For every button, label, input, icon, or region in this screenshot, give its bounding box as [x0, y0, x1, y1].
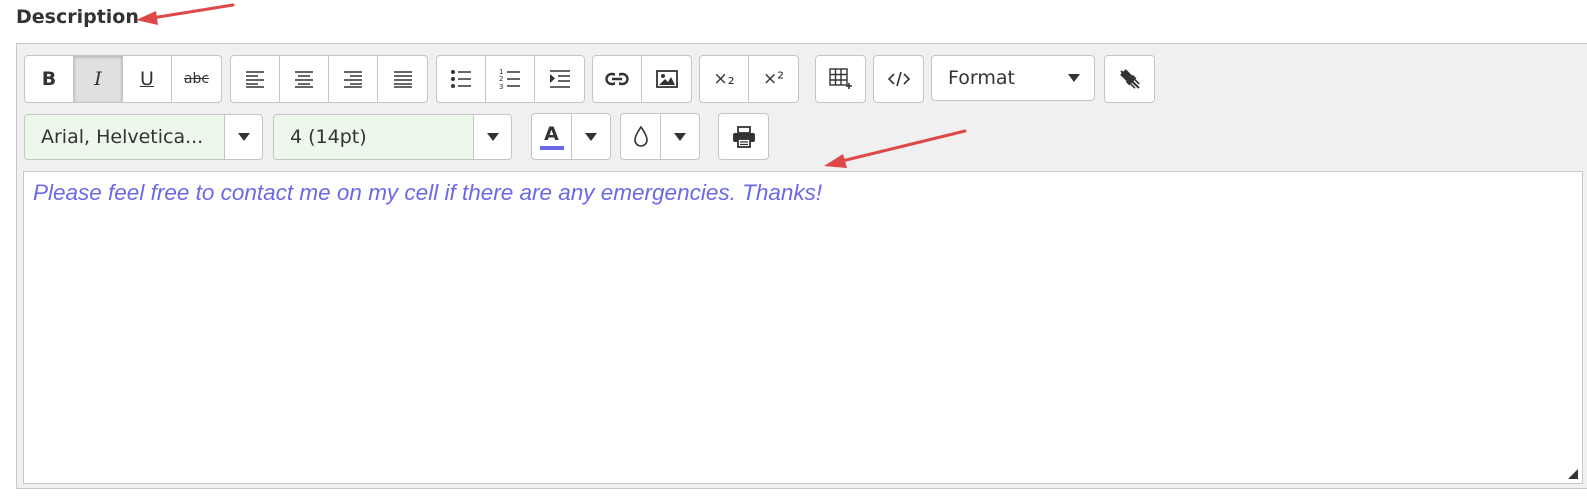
- annotation-arrow-label: [136, 3, 235, 25]
- source-code-button[interactable]: [874, 56, 923, 102]
- insert-group: [592, 55, 692, 103]
- chevron-down-icon: [237, 133, 250, 141]
- underline-label: U: [140, 68, 154, 90]
- font-size-value: 4 (14pt): [274, 115, 473, 159]
- chevron-down-icon: [674, 132, 686, 141]
- link-icon: [605, 72, 629, 86]
- align-right-button[interactable]: [329, 56, 378, 102]
- background-color-group: [620, 113, 700, 160]
- table-group: [815, 55, 866, 103]
- align-left-icon: [246, 71, 264, 88]
- table-icon: [828, 68, 852, 89]
- format-label: Format: [948, 67, 1015, 89]
- align-right-icon: [344, 71, 362, 88]
- font-family-value: Arial, Helvetica...: [25, 115, 224, 159]
- subscript-label: ×₂: [713, 69, 735, 89]
- code-icon: [887, 71, 910, 87]
- align-justify-button[interactable]: [378, 56, 427, 102]
- italic-label: I: [94, 68, 102, 90]
- resize-handle-icon[interactable]: [1568, 469, 1578, 479]
- strikethrough-label: abc: [183, 71, 210, 87]
- chevron-down-icon: [585, 132, 597, 141]
- indent-button[interactable]: [535, 56, 584, 102]
- font-color-label: A: [544, 122, 559, 145]
- font-color-button[interactable]: A: [532, 114, 572, 159]
- font-color-dropdown-button[interactable]: [572, 114, 610, 159]
- superscript-label: ×²: [762, 69, 785, 89]
- align-center-button[interactable]: [280, 56, 329, 102]
- code-group: [873, 55, 924, 103]
- svg-text:2: 2: [499, 75, 503, 83]
- italic-button[interactable]: I: [74, 56, 123, 102]
- chevron-down-icon: [486, 133, 499, 141]
- image-button[interactable]: [642, 56, 691, 102]
- svg-text:3: 3: [499, 83, 503, 90]
- bold-button[interactable]: B: [25, 56, 74, 102]
- numbered-list-icon: 123: [499, 68, 520, 90]
- align-center-icon: [295, 71, 313, 88]
- print-group: [718, 113, 769, 160]
- background-color-dropdown-button[interactable]: [661, 114, 699, 159]
- subscript-button[interactable]: ×₂: [700, 56, 749, 102]
- field-label: Description: [16, 6, 139, 28]
- background-color-button[interactable]: [621, 114, 661, 159]
- bullet-list-icon: [451, 70, 471, 88]
- strikethrough-button[interactable]: abc: [172, 56, 221, 102]
- editor-content-area[interactable]: Please feel free to contact me on my cel…: [23, 171, 1583, 484]
- font-size-dropdown-button[interactable]: [473, 115, 511, 159]
- align-left-button[interactable]: [231, 56, 280, 102]
- droplet-icon: [633, 125, 648, 147]
- font-family-dropdown-button[interactable]: [224, 115, 262, 159]
- printer-icon: [732, 125, 755, 148]
- list-group: 123: [436, 55, 585, 103]
- align-justify-icon: [393, 71, 412, 88]
- font-family-select[interactable]: Arial, Helvetica...: [24, 114, 263, 160]
- image-icon: [655, 70, 678, 88]
- numbered-list-button[interactable]: 123: [486, 56, 535, 102]
- font-color-swatch: [539, 145, 564, 150]
- bullet-list-button[interactable]: [437, 56, 486, 102]
- font-size-select[interactable]: 4 (14pt): [273, 114, 512, 160]
- format-select[interactable]: Format: [931, 55, 1095, 101]
- editor-content-text: Please feel free to contact me on my cel…: [33, 180, 823, 205]
- underline-button[interactable]: U: [123, 56, 172, 102]
- clear-formatting-button[interactable]: [1105, 56, 1154, 102]
- script-group: ×₂ ×²: [699, 55, 799, 103]
- clear-format-group: [1104, 55, 1155, 103]
- insert-table-button[interactable]: [816, 56, 865, 102]
- superscript-button[interactable]: ×²: [749, 56, 798, 102]
- text-style-group: B I U abc: [24, 55, 222, 103]
- alignment-group: [230, 55, 428, 103]
- link-button[interactable]: [593, 56, 642, 102]
- chevron-down-icon: [1068, 74, 1080, 82]
- print-button[interactable]: [719, 114, 768, 159]
- rich-text-editor: B I U abc 123 ×₂ ×² Format Arial, Helvet…: [16, 43, 1587, 489]
- font-color-group: A: [531, 113, 611, 160]
- eraser-icon: [1119, 69, 1140, 89]
- bold-label: B: [41, 68, 57, 90]
- indent-icon: [549, 70, 570, 88]
